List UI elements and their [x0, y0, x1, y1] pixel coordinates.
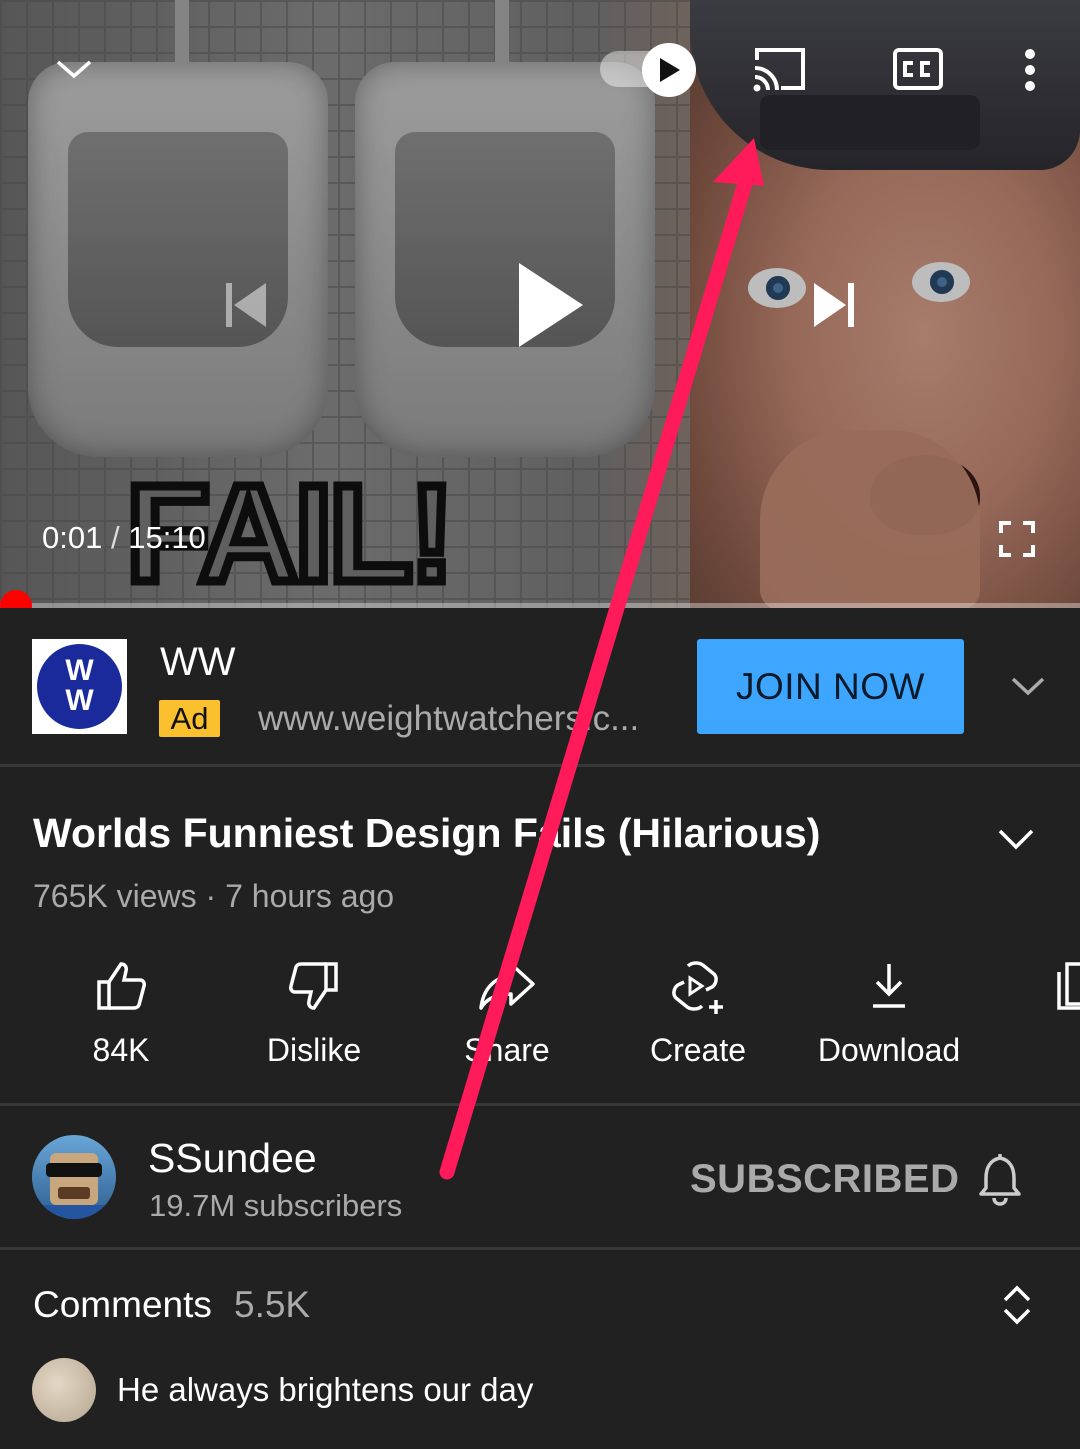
autoplay-play-icon[interactable]: [642, 43, 696, 97]
download-icon: [873, 964, 905, 1008]
time-separator: /: [110, 520, 120, 555]
like-count: 84K: [92, 1032, 150, 1068]
more-options-icon[interactable]: [1010, 44, 1050, 96]
duration: 15:10: [128, 520, 206, 555]
notification-bell-icon[interactable]: [974, 1148, 1026, 1208]
channel-avatar[interactable]: [32, 1135, 116, 1219]
description-expand-chevron-icon[interactable]: [993, 822, 1039, 856]
subscribed-button[interactable]: SUBSCRIBED: [690, 1157, 959, 1202]
video-meta: 765K views · 7 hours ago: [33, 878, 395, 914]
video-player[interactable]: FAIL! 0:01 / 15:10: [0, 0, 1080, 608]
next-icon[interactable]: [805, 275, 865, 335]
like-button[interactable]: 84K: [26, 960, 216, 1068]
dislike-label: Dislike: [266, 1032, 362, 1068]
dislike-button[interactable]: Dislike: [219, 960, 409, 1068]
ad-logo[interactable]: WW: [32, 639, 127, 734]
channel-name[interactable]: SSundee: [148, 1135, 317, 1182]
play-icon[interactable]: [505, 255, 595, 355]
subscriber-count: 19.7M subscribers: [149, 1188, 403, 1223]
comments-count: 5.5K: [234, 1284, 311, 1325]
download-label: Download: [817, 1032, 961, 1068]
top-comment-text[interactable]: He always brightens our day: [117, 1371, 533, 1409]
current-time: 0:01: [42, 520, 103, 555]
ad-badge: Ad: [159, 700, 220, 737]
ad-expand-chevron-icon[interactable]: [1005, 670, 1051, 702]
download-button[interactable]: Download: [794, 960, 984, 1068]
create-icon: [672, 961, 723, 1014]
create-label: Create: [649, 1032, 747, 1068]
fullscreen-icon[interactable]: [994, 516, 1040, 562]
thumbs-up-icon: [97, 962, 146, 1010]
join-now-button[interactable]: JOIN NOW: [697, 639, 964, 734]
minimize-chevron-icon[interactable]: [48, 45, 100, 93]
share-label: Share: [464, 1032, 550, 1068]
cast-icon[interactable]: [748, 42, 810, 96]
thumbs-down-icon: [289, 962, 338, 1010]
save-icon: [1057, 962, 1080, 1010]
create-button[interactable]: Create: [603, 960, 793, 1068]
expand-collapse-icon[interactable]: [996, 1282, 1038, 1328]
comments-title[interactable]: Comments: [33, 1284, 212, 1326]
share-icon: [479, 962, 535, 1010]
divider: [0, 1103, 1080, 1106]
previous-icon[interactable]: [215, 275, 275, 335]
share-button[interactable]: Share: [412, 960, 602, 1068]
ad-advertiser-name: WW: [160, 640, 236, 684]
closed-captions-icon[interactable]: [890, 44, 946, 94]
timecode: 0:01 / 15:10: [42, 520, 206, 556]
save-button[interactable]: Sa: [985, 960, 1080, 1012]
commenter-avatar[interactable]: [32, 1358, 96, 1422]
divider: [0, 1247, 1080, 1250]
divider: [0, 764, 1080, 767]
ad-url[interactable]: www.weightwatchers.c...: [258, 699, 639, 739]
video-title[interactable]: Worlds Funniest Design Fails (Hilarious): [33, 810, 820, 857]
